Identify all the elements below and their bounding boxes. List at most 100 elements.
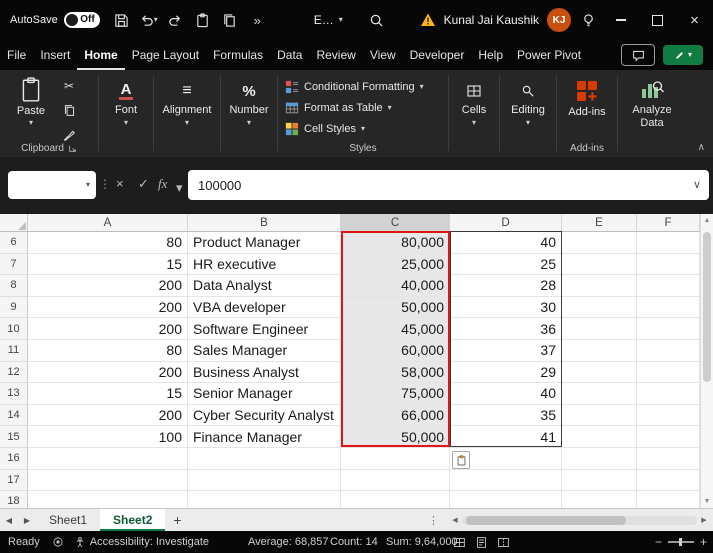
editing-mode-button[interactable]: ▾ (663, 45, 703, 65)
minimize-button[interactable] (602, 0, 639, 40)
formula-bar-splitter[interactable]: ⋮ (99, 177, 111, 191)
row-header-6[interactable]: 6 (0, 232, 28, 254)
sheet-tab-sheet1[interactable]: Sheet1 (36, 509, 100, 531)
page-break-view-button[interactable] (492, 531, 514, 553)
cell-A15[interactable]: 100 (28, 426, 188, 448)
cell-F12[interactable] (637, 362, 700, 384)
cell-E13[interactable] (562, 383, 637, 405)
cell-E12[interactable] (562, 362, 637, 384)
zoom-out-button[interactable]: − (655, 535, 662, 549)
undo-button[interactable]: ▾ (135, 5, 162, 35)
cell-C10[interactable]: 45,000 (341, 318, 450, 340)
cell-E10[interactable] (562, 318, 637, 340)
cell-D12[interactable]: 29 (450, 362, 562, 384)
autosave-switch[interactable]: Off (64, 12, 100, 28)
scroll-up-arrow[interactable]: ▲ (701, 214, 713, 227)
cell-C9[interactable]: 50,000 (341, 297, 450, 319)
workbook-title[interactable]: E… ▾ (314, 13, 343, 27)
cell-F10[interactable] (637, 318, 700, 340)
paste-dropdown-caret[interactable]: ▾ (29, 119, 33, 127)
ribbon-tab-data[interactable]: Data (270, 40, 309, 70)
page-layout-view-button[interactable] (470, 531, 492, 553)
cell-E9[interactable] (562, 297, 637, 319)
ribbon-tab-home[interactable]: Home (77, 40, 124, 70)
zoom-in-button[interactable]: + (700, 535, 707, 549)
vertical-scrollbar[interactable]: ▲ ▼ (700, 214, 713, 508)
horizontal-scroll-thumb[interactable] (466, 516, 626, 525)
cell-A7[interactable]: 15 (28, 254, 188, 276)
cell-A9[interactable]: 200 (28, 297, 188, 319)
quick-access-paste-button[interactable] (189, 5, 216, 35)
cell-B14[interactable]: Cyber Security Analyst (188, 405, 341, 427)
format-as-table-button[interactable]: Format as Table ▾ (280, 97, 446, 118)
add-sheet-button[interactable]: + (165, 509, 189, 531)
cell-A16[interactable] (28, 448, 188, 470)
cell-F13[interactable] (637, 383, 700, 405)
cell-C7[interactable]: 25,000 (341, 254, 450, 276)
cell-E14[interactable] (562, 405, 637, 427)
cell-F14[interactable] (637, 405, 700, 427)
cell-B7[interactable]: HR executive (188, 254, 341, 276)
cell-A8[interactable]: 200 (28, 275, 188, 297)
cell-F9[interactable] (637, 297, 700, 319)
cell-B15[interactable]: Finance Manager (188, 426, 341, 448)
save-button[interactable] (108, 5, 135, 35)
cell-E6[interactable] (562, 232, 637, 254)
cell-B10[interactable]: Software Engineer (188, 318, 341, 340)
sheet-nav-right[interactable]: ▶ (18, 509, 36, 531)
paste-button[interactable]: Paste ▾ (10, 77, 52, 127)
cell-A12[interactable]: 200 (28, 362, 188, 384)
horizontal-scrollbar[interactable]: ◀ ▶ (448, 512, 711, 528)
cell-C16[interactable] (341, 448, 450, 470)
column-header-B[interactable]: B (188, 214, 341, 231)
row-header-10[interactable]: 10 (0, 318, 28, 340)
collapse-ribbon-chevron[interactable]: ∧ (698, 142, 705, 153)
sheet-tab-sheet2[interactable]: Sheet2 (100, 509, 165, 531)
number-group-button[interactable]: % Number ▾ (223, 70, 275, 157)
cell-A17[interactable] (28, 470, 188, 492)
ideas-button[interactable] (575, 5, 602, 35)
cell-F6[interactable] (637, 232, 700, 254)
cell-C15[interactable]: 50,000 (341, 426, 450, 448)
zoom-slider[interactable] (668, 541, 694, 543)
ribbon-tab-insert[interactable]: Insert (33, 40, 77, 70)
cut-button[interactable]: ✂ (60, 78, 78, 94)
cell-D18[interactable] (450, 491, 562, 508)
row-header-11[interactable]: 11 (0, 340, 28, 362)
accessibility-status[interactable]: Accessibility: Investigate (74, 536, 209, 549)
quick-access-copy-button[interactable] (216, 5, 243, 35)
addins-button-label[interactable]: Add-ins (568, 106, 605, 118)
hscroll-track[interactable] (462, 516, 697, 525)
ribbon-tab-formulas[interactable]: Formulas (206, 40, 270, 70)
scroll-down-arrow[interactable]: ▼ (701, 495, 713, 508)
cells-group-button[interactable]: Cells ▾ (451, 70, 497, 157)
redo-button[interactable] (162, 5, 189, 35)
vertical-scroll-thumb[interactable] (703, 232, 711, 382)
editing-group-button[interactable]: Editing ▾ (502, 70, 554, 157)
undo-dropdown-caret[interactable]: ▾ (154, 16, 158, 24)
cell-B9[interactable]: VBA developer (188, 297, 341, 319)
cell-B11[interactable]: Sales Manager (188, 340, 341, 362)
cancel-button[interactable]: × (116, 176, 124, 191)
copy-button[interactable] (60, 102, 78, 118)
row-header-17[interactable]: 17 (0, 470, 28, 492)
cell-B13[interactable]: Senior Manager (188, 383, 341, 405)
zoom-slider-thumb[interactable] (679, 538, 682, 546)
cell-A10[interactable]: 200 (28, 318, 188, 340)
column-header-F[interactable]: F (637, 214, 700, 231)
row-header-14[interactable]: 14 (0, 405, 28, 427)
addins-icon[interactable] (575, 79, 599, 103)
macro-record-button[interactable] (52, 536, 64, 548)
more-commands-button[interactable]: » (243, 5, 270, 35)
cell-F8[interactable] (637, 275, 700, 297)
cell-C18[interactable] (341, 491, 450, 508)
cell-styles-button[interactable]: Cell Styles ▾ (280, 118, 446, 139)
ribbon-tab-file[interactable]: File (0, 40, 33, 70)
cell-D8[interactable]: 28 (450, 275, 562, 297)
cell-A13[interactable]: 15 (28, 383, 188, 405)
cell-F11[interactable] (637, 340, 700, 362)
maximize-button[interactable] (639, 0, 676, 40)
alignment-group-button[interactable]: ≡ Alignment ▾ (156, 70, 218, 157)
cell-D9[interactable]: 30 (450, 297, 562, 319)
row-header-16[interactable]: 16 (0, 448, 28, 470)
